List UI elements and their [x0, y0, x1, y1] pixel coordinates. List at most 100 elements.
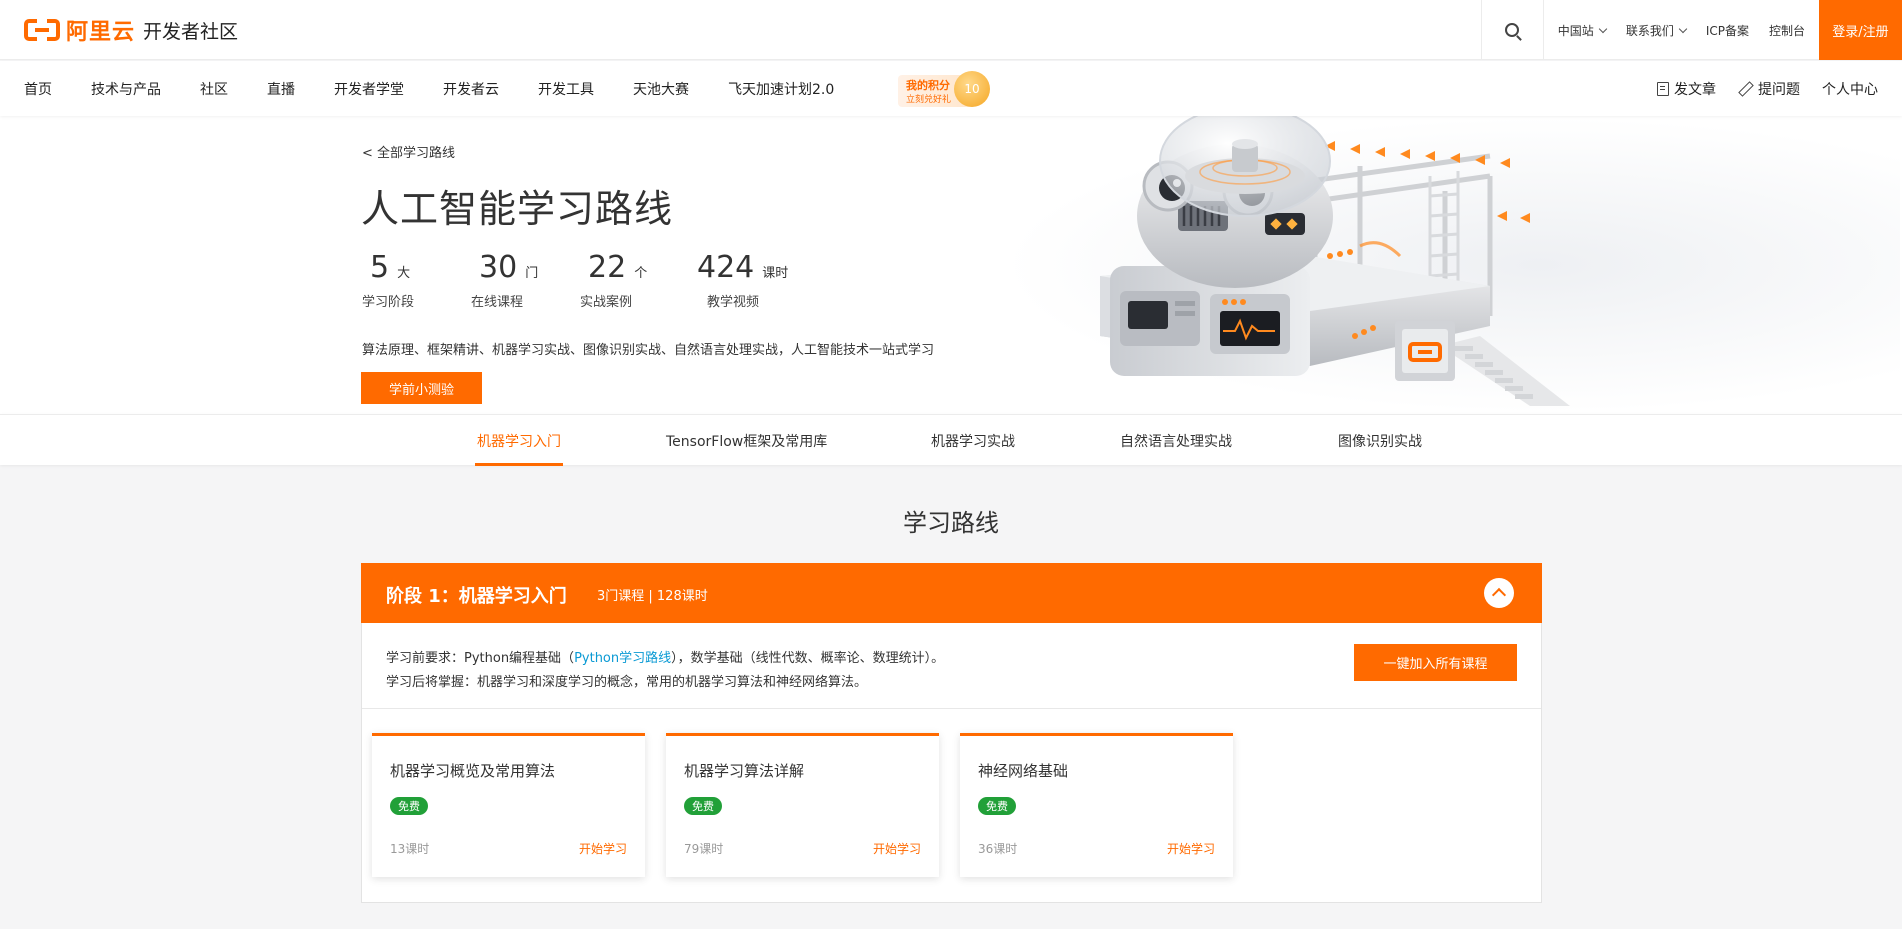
prerequisite-line: 学习前要求：Python编程基础（Python学习路线），数学基础（线性代数、概… [386, 647, 944, 671]
nav-item-tianchi[interactable]: 天池大赛 [633, 79, 689, 99]
points-value: 10 [964, 82, 980, 96]
top-link-label: 中国站 [1557, 23, 1594, 38]
section-title: 学习路线 [903, 509, 999, 537]
top-link-region[interactable]: 中国站 [1548, 22, 1616, 39]
my-points-badge[interactable]: 我的积分 立刻兑好礼 10 [898, 71, 993, 109]
nav-right-actions: 发文章 提问题 个人中心 [1657, 61, 1878, 116]
points-title: 我的积分 [906, 79, 950, 92]
stat-value: 22 [588, 250, 627, 285]
ask-question-button[interactable]: 提问题 [1738, 79, 1800, 99]
tab-tensorflow[interactable]: TensorFlow框架及常用库 [666, 415, 827, 466]
stat-label: 实战案例 [580, 295, 633, 310]
stat-courses: 30 门 在线课程 [471, 250, 580, 310]
stage-header[interactable]: 阶段 1：机器学习入门 3门课程 | 128课时 [361, 563, 1542, 623]
stage-body: 学习前要求：Python编程基础（Python学习路线），数学基础（线性代数、概… [361, 623, 1542, 903]
stat-unit: 门 [525, 266, 539, 281]
course-card[interactable]: 机器学习算法详解 免费 79课时 开始学习 [666, 733, 939, 877]
site-name[interactable]: 开发者社区 [143, 17, 238, 44]
prerequisite-suffix: ），数学基础（线性代数、概率论、数理统计）。 [671, 651, 945, 666]
learning-outcome-line: 学习后将掌握：机器学习和深度学习的概念，常用的机器学习算法和神经网络算法。 [386, 675, 868, 690]
aliyun-logo[interactable]: 阿里云 [24, 16, 136, 48]
tab-image-recognition[interactable]: 图像识别实战 [1338, 415, 1422, 466]
page-title: 人工智能学习路线 [361, 187, 674, 231]
stat-label: 学习阶段 [362, 295, 415, 310]
top-right-actions: 中国站 联系我们 ICP备案 控制台 登录/注册 [1480, 0, 1902, 60]
stage-tabs: 机器学习入门 TensorFlow框架及常用库 机器学习实战 自然语言处理实战 … [0, 414, 1902, 466]
top-links: 中国站 联系我们 ICP备案 控制台 [1544, 0, 1819, 60]
stat-stages: 5大 学习阶段 [362, 250, 471, 310]
main-nav: 首页 技术与产品 社区 直播 开发者学堂 开发者云 开发工具 天池大赛 飞天加速… [0, 61, 1902, 116]
top-bar: 阿里云 开发者社区 中国站 联系我们 ICP备案 控制台 登录/注册 [0, 0, 1902, 60]
top-link-icp[interactable]: ICP备案 [1696, 22, 1759, 39]
stat-cases: 22 个 实战案例 [580, 250, 689, 310]
chevron-down-icon [1678, 24, 1688, 33]
stat-value: 30 [479, 250, 518, 285]
collapse-chevron-up-icon[interactable] [1484, 578, 1514, 608]
stage-meta: 3门课程 | 128课时 [597, 589, 708, 604]
start-learning-link[interactable]: 开始学习 [873, 840, 921, 857]
nav-item-live[interactable]: 直播 [267, 79, 295, 99]
course-hours: 79课时 [684, 842, 724, 856]
search-icon [1505, 23, 1520, 37]
stat-value: 424 [697, 250, 755, 285]
stat-value: 5 [370, 250, 390, 285]
top-link-console[interactable]: 控制台 [1759, 22, 1815, 39]
stat-unit: 大 [397, 266, 411, 281]
nav-item-tech-products[interactable]: 技术与产品 [91, 79, 161, 99]
aliyun-logo-icon [24, 18, 60, 48]
ask-question-label: 提问题 [1758, 81, 1800, 98]
free-badge: 免费 [390, 797, 428, 815]
stat-unit: 课时 [762, 266, 789, 281]
free-badge: 免费 [978, 797, 1016, 815]
login-register-button[interactable]: 登录/注册 [1819, 0, 1902, 60]
start-learning-link[interactable]: 开始学习 [1167, 840, 1215, 857]
robot-illustration [1100, 116, 1570, 406]
write-article-button[interactable]: 发文章 [1657, 79, 1716, 99]
pre-quiz-button[interactable]: 学前小测验 [361, 372, 482, 404]
stat-unit: 个 [634, 266, 648, 281]
nav-item-community[interactable]: 社区 [200, 79, 228, 99]
free-badge: 免费 [684, 797, 722, 815]
points-subtitle: 立刻兑好礼 [906, 95, 952, 105]
personal-center-link[interactable]: 个人中心 [1822, 79, 1878, 99]
search-button[interactable] [1480, 0, 1544, 60]
stats-row: 5大 学习阶段 30 门 在线课程 22 个 实战案例 424 课时 教学视频 [362, 250, 798, 310]
course-title[interactable]: 机器学习概览及常用算法 [390, 760, 555, 781]
prerequisite-prefix: 学习前要求：Python编程基础（ [386, 651, 575, 666]
points-coin-icon: 10 [954, 71, 990, 107]
stat-label: 教学视频 [707, 295, 760, 310]
stage-requirements: 学习前要求：Python编程基础（Python学习路线），数学基础（线性代数、概… [386, 647, 944, 695]
nav-item-feitian[interactable]: 飞天加速计划2.0 [728, 79, 834, 99]
top-link-label: 联系我们 [1625, 23, 1674, 38]
course-title[interactable]: 神经网络基础 [978, 760, 1068, 781]
nav-items: 首页 技术与产品 社区 直播 开发者学堂 开发者云 开发工具 天池大赛 飞天加速… [24, 61, 873, 116]
write-article-label: 发文章 [1674, 81, 1716, 98]
chevron-down-icon [1598, 24, 1608, 33]
divider [362, 708, 1541, 709]
logo-text: 阿里云 [66, 20, 136, 45]
pen-icon [1738, 81, 1753, 96]
stage-name: 阶段 1：机器学习入门 [386, 586, 567, 607]
document-icon [1657, 81, 1669, 96]
stat-videos: 424 课时 教学视频 [689, 250, 798, 310]
course-card[interactable]: 机器学习概览及常用算法 免费 13课时 开始学习 [372, 733, 645, 877]
tab-ml-intro[interactable]: 机器学习入门 [475, 415, 563, 466]
nav-item-academy[interactable]: 开发者学堂 [334, 79, 404, 99]
nav-item-home[interactable]: 首页 [24, 79, 52, 99]
stat-label: 在线课程 [471, 295, 524, 310]
tab-nlp-practice[interactable]: 自然语言处理实战 [1120, 415, 1232, 466]
nav-item-dev-tools[interactable]: 开发工具 [538, 79, 594, 99]
course-card[interactable]: 神经网络基础 免费 36课时 开始学习 [960, 733, 1233, 877]
join-all-courses-button[interactable]: 一键加入所有课程 [1354, 644, 1517, 681]
tab-ml-practice[interactable]: 机器学习实战 [931, 415, 1015, 466]
course-hours: 13课时 [390, 842, 430, 856]
all-routes-link[interactable]: < 全部学习路线 [362, 142, 455, 161]
nav-item-dev-cloud[interactable]: 开发者云 [443, 79, 499, 99]
course-hours: 36课时 [978, 842, 1018, 856]
course-title[interactable]: 机器学习算法详解 [684, 760, 804, 781]
route-description: 算法原理、框架精讲、机器学习实战、图像识别实战、自然语言处理实战，人工智能技术一… [362, 343, 935, 358]
start-learning-link[interactable]: 开始学习 [579, 840, 627, 857]
python-route-link[interactable]: Python学习路线 [574, 651, 671, 666]
hero-banner: < 全部学习路线 人工智能学习路线 5大 学习阶段 30 门 在线课程 22 个 实… [0, 116, 1902, 414]
top-link-contact[interactable]: 联系我们 [1616, 22, 1696, 39]
